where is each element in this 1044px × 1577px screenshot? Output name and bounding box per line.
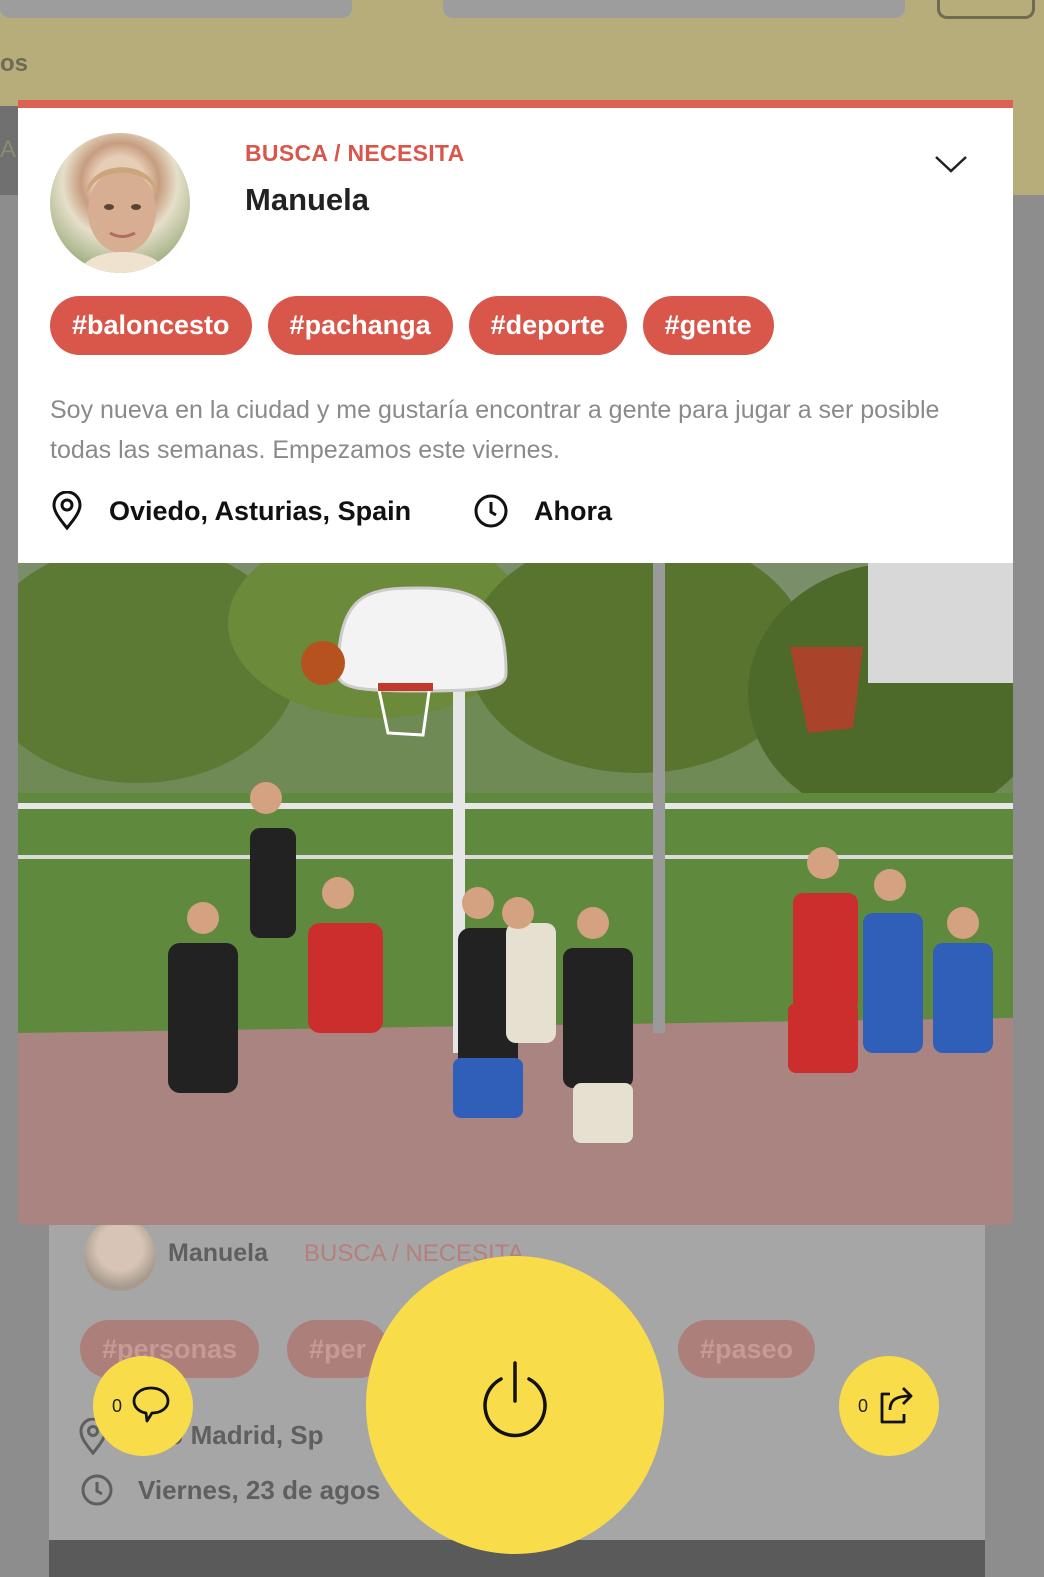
tag-chip[interactable]: #baloncesto xyxy=(50,296,252,355)
share-count: 0 xyxy=(858,1396,869,1416)
post-photo[interactable] xyxy=(18,563,1013,1225)
background-tag: #paseo xyxy=(678,1320,816,1378)
tag-chip[interactable]: #deporte xyxy=(468,296,627,355)
post-location: Oviedo, Asturias, Spain xyxy=(109,496,412,526)
background-nav-text: os xyxy=(0,50,29,77)
background-button xyxy=(937,0,1035,19)
avatar-face xyxy=(80,167,166,273)
background-avatar xyxy=(84,1219,156,1291)
post-description: Soy nueva en la ciudad y me gustaría enc… xyxy=(50,396,940,464)
background-post-date: Viernes, 23 de agos xyxy=(138,1475,381,1505)
chevron-down-icon[interactable] xyxy=(933,153,969,175)
tag-chip[interactable]: #pachanga xyxy=(267,296,453,355)
share-arrow-icon xyxy=(880,1387,913,1424)
power-icon xyxy=(483,1361,547,1438)
background-search-field xyxy=(0,0,352,18)
power-button[interactable] xyxy=(366,1256,664,1554)
tag-list: #baloncesto #pachanga #deporte #gente xyxy=(50,296,774,355)
background-post-name: Manuela xyxy=(168,1239,269,1267)
basketball-court-image xyxy=(18,563,1013,1225)
location-pin-icon xyxy=(52,491,82,531)
post-detail-card: BUSCA / NECESITA Manuela #baloncesto #pa… xyxy=(18,100,1013,565)
post-role-label: BUSCA / NECESITA xyxy=(245,140,465,166)
avatar[interactable] xyxy=(50,133,190,273)
comment-button[interactable]: 0 xyxy=(93,1356,193,1456)
share-button[interactable]: 0 xyxy=(839,1356,939,1456)
comment-count: 0 xyxy=(112,1396,123,1416)
clock-icon xyxy=(474,494,508,528)
background-location-field xyxy=(443,0,905,18)
tag-chip[interactable]: #gente xyxy=(642,296,774,355)
post-author-name[interactable]: Manuela xyxy=(245,182,369,218)
post-time: Ahora xyxy=(534,496,613,526)
background-clock-icon xyxy=(81,1474,113,1506)
speech-bubble-icon xyxy=(132,1386,170,1423)
